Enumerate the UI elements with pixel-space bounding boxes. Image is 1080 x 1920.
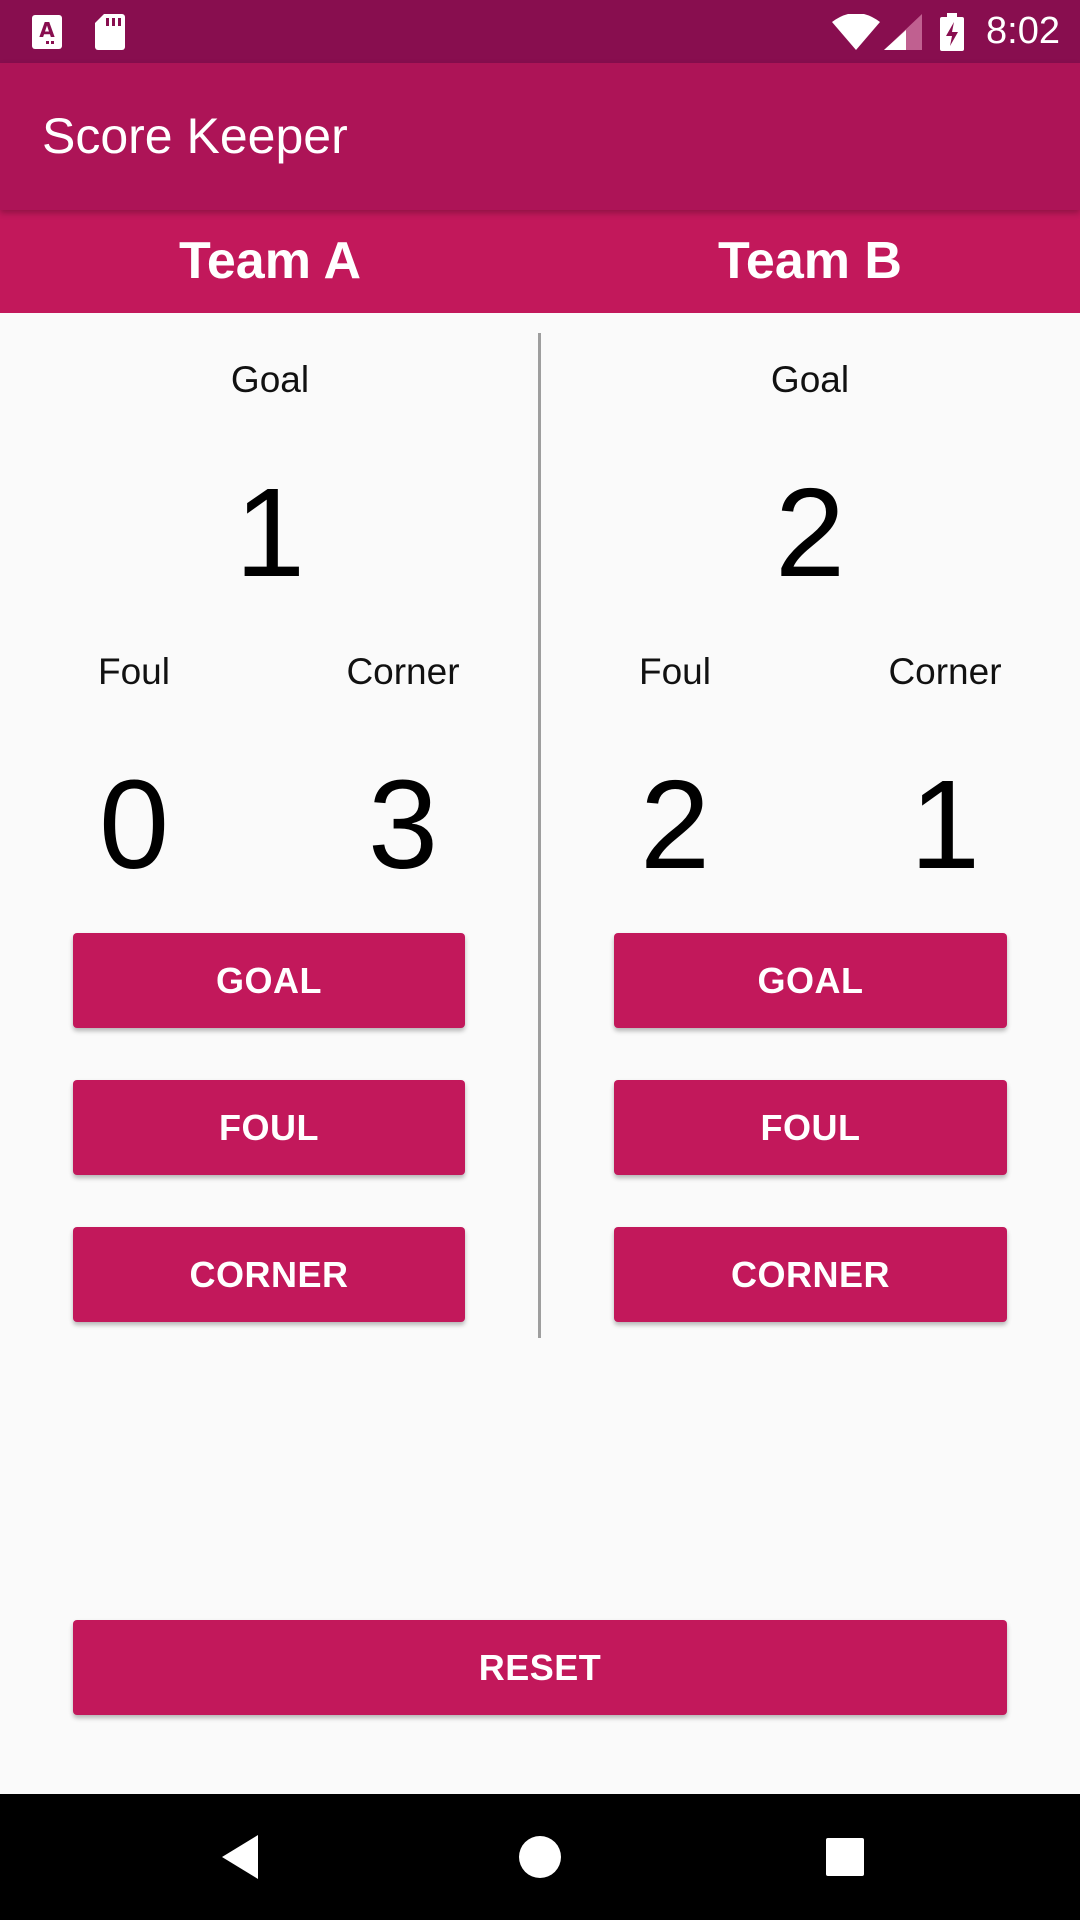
status-time: 8:02 — [986, 10, 1060, 52]
team-b-corner-button[interactable]: CORNER — [614, 1227, 1007, 1322]
svg-text:A: A — [39, 18, 55, 42]
reset-button[interactable]: RESET — [73, 1620, 1007, 1715]
app-bar: Score Keeper — [0, 63, 1080, 210]
cell-signal-icon — [884, 0, 922, 63]
home-icon[interactable] — [480, 1794, 600, 1920]
team-b-foul-score: 2 — [639, 754, 711, 895]
status-bar: A 8:02 — [0, 0, 1080, 63]
back-icon[interactable] — [180, 1794, 300, 1920]
team-b-goal-score: 2 — [774, 462, 846, 603]
battery-charging-icon — [940, 0, 964, 63]
wifi-icon — [832, 0, 880, 63]
team-b-name: Team B — [718, 232, 902, 290]
team-a-goal-score: 1 — [234, 462, 306, 603]
team-header: Team A Team B — [0, 210, 1080, 313]
team-a-name: Team A — [178, 232, 362, 290]
team-a-corner-score: 3 — [367, 754, 439, 895]
team-b-corner-label: Corner — [888, 651, 1002, 692]
team-a-foul-button[interactable]: FOUL — [73, 1080, 465, 1175]
team-b-corner-score: 1 — [909, 754, 981, 895]
team-b-foul-label: Foul — [639, 651, 711, 692]
navigation-bar — [0, 1794, 1080, 1920]
team-b-goal-button[interactable]: GOAL — [614, 933, 1007, 1028]
team-a-goal-label: Goal — [230, 359, 310, 400]
team-a-foul-score: 0 — [98, 754, 170, 895]
app-title: Score Keeper — [42, 108, 348, 164]
font-download-icon: A — [32, 0, 62, 63]
team-a-corner-button[interactable]: CORNER — [73, 1227, 465, 1322]
team-a-corner-label: Corner — [346, 651, 460, 692]
team-b-goal-label: Goal — [770, 359, 850, 400]
sd-card-icon — [95, 0, 125, 63]
team-b-foul-button[interactable]: FOUL — [614, 1080, 1007, 1175]
team-a-foul-label: Foul — [98, 651, 170, 692]
recents-icon[interactable] — [785, 1794, 905, 1920]
team-a-goal-button[interactable]: GOAL — [73, 933, 465, 1028]
